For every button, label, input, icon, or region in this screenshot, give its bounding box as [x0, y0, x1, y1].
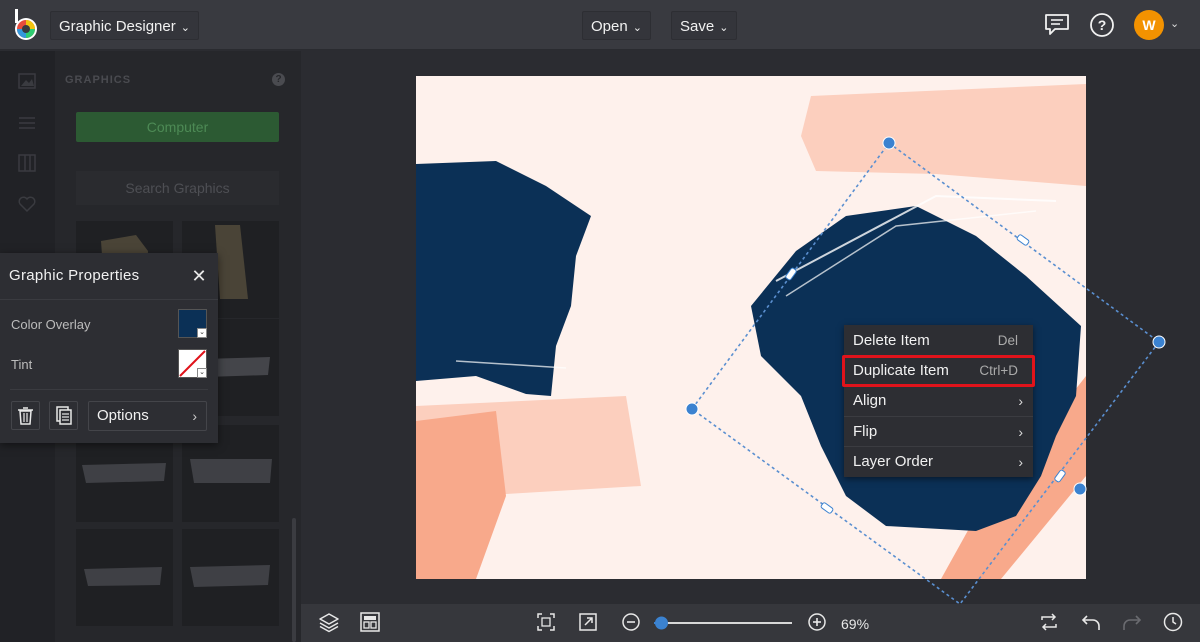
- tint-swatch[interactable]: ⌄: [178, 349, 207, 378]
- menu-item-delete[interactable]: Delete Item Del: [844, 326, 1033, 356]
- color-overlay-swatch[interactable]: ⌄: [178, 309, 207, 338]
- history-icon[interactable]: [1162, 611, 1184, 633]
- rotate-handle[interactable]: [882, 136, 896, 150]
- options-button[interactable]: Options ›: [88, 401, 207, 431]
- chevron-right-icon: ›: [192, 408, 197, 424]
- delete-button[interactable]: [11, 401, 40, 430]
- duplicate-icon: [56, 406, 72, 425]
- swap-icon[interactable]: [1038, 611, 1060, 633]
- divider: [10, 389, 208, 390]
- color-overlay-label: Color Overlay: [11, 317, 91, 332]
- close-icon[interactable]: ✕: [190, 267, 208, 285]
- layers-icon[interactable]: [318, 611, 340, 633]
- corner-handle[interactable]: [1152, 335, 1166, 349]
- chevron-right-icon: ›: [1018, 393, 1023, 409]
- duplicate-button[interactable]: [49, 401, 78, 430]
- undo-icon[interactable]: [1080, 611, 1102, 633]
- edge-handle[interactable]: [820, 502, 834, 514]
- edge-handle[interactable]: [1016, 234, 1030, 246]
- chevron-down-icon: ⌄: [197, 328, 207, 338]
- context-menu: Delete Item Del Duplicate Item Ctrl+D Al…: [844, 325, 1033, 477]
- menu-item-flip[interactable]: Flip ›: [844, 416, 1033, 446]
- menu-item-label: Layer Order: [853, 453, 934, 470]
- chevron-right-icon: ›: [1018, 424, 1023, 440]
- layout-icon[interactable]: [359, 611, 381, 633]
- zoom-slider-thumb[interactable]: [654, 616, 668, 630]
- fit-screen-icon[interactable]: [535, 611, 557, 633]
- trash-icon: [18, 407, 33, 425]
- menu-item-layer-order[interactable]: Layer Order ›: [844, 446, 1033, 476]
- expand-icon[interactable]: [577, 611, 599, 633]
- chevron-right-icon: ›: [1018, 454, 1023, 470]
- edge-handle[interactable]: [785, 267, 797, 281]
- corner-handle[interactable]: [685, 402, 699, 416]
- zoom-in-icon[interactable]: [806, 611, 828, 633]
- panel-title: Graphic Properties: [9, 267, 140, 284]
- highlight-box: [842, 355, 1035, 387]
- zoom-slider[interactable]: [650, 614, 800, 632]
- chevron-down-icon: ⌄: [197, 368, 207, 378]
- zoom-percent: 69%: [841, 616, 870, 632]
- menu-item-label: Flip: [853, 423, 878, 440]
- menu-item-label: Align: [853, 392, 887, 409]
- options-label: Options: [97, 407, 149, 424]
- redo-icon[interactable]: [1121, 611, 1143, 633]
- edge-handle[interactable]: [1054, 469, 1066, 483]
- menu-item-label: Delete Item: [853, 332, 930, 349]
- shortcut-label: Del: [997, 333, 1018, 348]
- divider: [0, 299, 218, 300]
- tint-label: Tint: [11, 357, 33, 372]
- zoom-out-icon[interactable]: [620, 611, 642, 633]
- menu-item-align[interactable]: Align ›: [844, 386, 1033, 416]
- corner-handle[interactable]: [1073, 482, 1087, 496]
